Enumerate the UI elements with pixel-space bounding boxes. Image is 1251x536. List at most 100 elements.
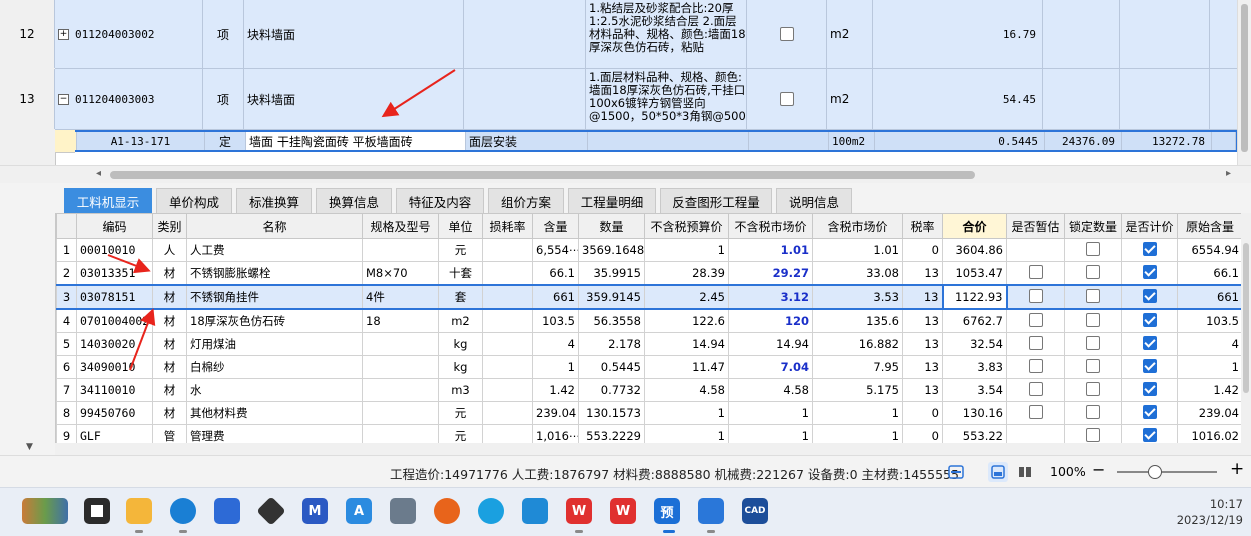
quantity-cell[interactable]: 553.2229 xyxy=(578,424,645,443)
tax-market-price-cell[interactable]: 7.95 xyxy=(812,355,903,379)
checkbox[interactable] xyxy=(1142,264,1157,279)
original-content-cell[interactable]: 1.42 xyxy=(1177,378,1242,402)
layout-icon[interactable] xyxy=(946,462,966,482)
zoom-slider-handle[interactable] xyxy=(1148,465,1162,479)
checkbox[interactable] xyxy=(1142,381,1157,396)
loss-rate-cell[interactable] xyxy=(482,355,533,379)
category-cell[interactable]: 材 xyxy=(152,378,187,402)
market-price-cell[interactable]: 29.27 xyxy=(728,261,813,286)
column-header[interactable]: 规格及型号 xyxy=(362,213,439,239)
category-cell[interactable]: 材 xyxy=(152,355,187,379)
content-cell[interactable]: 1.42 xyxy=(532,378,579,402)
table-row[interactable]: 2 03013351 材不锈钢膨胀螺栓 M8×70 十套 66.1 35.9915 28.39… xyxy=(56,261,1242,286)
horizontal-scrollbar[interactable]: ◂ ▸ xyxy=(0,165,1251,184)
quantity-cell[interactable]: 54.45 xyxy=(873,69,1043,129)
original-content-cell[interactable]: 103.5 xyxy=(1177,308,1242,333)
tax-market-price-cell[interactable]: 16.882 xyxy=(812,332,903,356)
quantity-cell[interactable]: 3569.1648 xyxy=(578,238,645,262)
quantity-cell[interactable]: 35.9915 xyxy=(578,261,645,286)
content-cell[interactable]: 66.1 xyxy=(532,261,579,286)
table-row[interactable]: 9 GLF 管管理费元 1,016⋯ 553.2229 1 1 1 0 553.22 1016.02 xyxy=(56,424,1242,443)
firefox-icon[interactable] xyxy=(434,498,460,524)
checkbox[interactable] xyxy=(1142,335,1157,350)
checkbox[interactable] xyxy=(1028,312,1043,327)
market-price-cell[interactable]: 1.01 xyxy=(728,238,813,262)
total-cell[interactable]: 130.16 xyxy=(942,401,1007,425)
spec-cell[interactable] xyxy=(362,378,439,402)
market-price-cell[interactable]: 7.04 xyxy=(728,355,813,379)
code-cell[interactable]: 14030020 xyxy=(76,332,153,356)
budget-price-cell[interactable]: 11.47 xyxy=(644,355,729,379)
column-header[interactable]: 锁定数量 xyxy=(1064,213,1122,239)
total-cell[interactable]: 6762.7 xyxy=(942,308,1007,333)
widgets-icon[interactable] xyxy=(22,498,68,524)
chat-icon[interactable] xyxy=(478,498,504,524)
cad-icon[interactable]: CAD xyxy=(742,498,768,524)
category-cell[interactable]: 材 xyxy=(152,401,187,425)
budget-price-cell[interactable]: 122.6 xyxy=(644,308,729,333)
table-row[interactable]: 6 34090010 材白棉纱 kg 1 0.5445 11.47 7.04 7.95 13 3.8… xyxy=(56,355,1242,379)
original-content-cell[interactable]: 1 xyxy=(1177,355,1242,379)
checkbox[interactable] xyxy=(1086,312,1100,327)
spec-cell[interactable]: 4件 xyxy=(362,284,439,310)
quota-code[interactable]: A1-13-171 xyxy=(77,132,205,150)
mail-icon[interactable]: M xyxy=(302,498,328,524)
table-row[interactable]: 4 0701004002 材 18厚深灰色仿石砖 18 m2 103.5 56.3558 122… xyxy=(56,308,1242,333)
checkbox[interactable] xyxy=(1028,335,1043,350)
wps-office-icon[interactable]: W xyxy=(610,498,636,524)
quantity-cell[interactable]: 359.9145 xyxy=(578,284,645,310)
unit-cell[interactable]: kg xyxy=(438,355,483,379)
original-content-cell[interactable]: 66.1 xyxy=(1177,261,1242,286)
checkbox[interactable] xyxy=(1142,427,1157,442)
column-header[interactable]: 含税市场价 xyxy=(812,213,903,239)
app-icon[interactable] xyxy=(256,496,286,526)
tax-market-price-cell[interactable]: 1.01 xyxy=(812,238,903,262)
quantity-cell[interactable]: 0.7732 xyxy=(578,378,645,402)
code-cell[interactable]: 0701004002 xyxy=(76,308,153,333)
budget-price-cell[interactable]: 1 xyxy=(644,424,729,443)
checkbox[interactable] xyxy=(1086,381,1100,396)
content-cell[interactable]: 1 xyxy=(532,355,579,379)
code-cell[interactable]: 34110010 xyxy=(76,378,153,402)
name-cell[interactable]: 18厚深灰色仿石砖 xyxy=(186,308,363,333)
total-cell[interactable]: 3.83 xyxy=(942,355,1007,379)
code-cell[interactable]: GLF xyxy=(76,424,153,443)
loss-rate-cell[interactable] xyxy=(482,308,533,333)
checkbox[interactable] xyxy=(1142,358,1157,373)
horizontal-scrollbar[interactable] xyxy=(55,443,1251,455)
unit-cell[interactable]: 套 xyxy=(438,284,483,310)
checkbox[interactable] xyxy=(1028,264,1043,279)
content-cell[interactable]: 239.04 xyxy=(532,401,579,425)
notes-icon[interactable] xyxy=(522,498,548,524)
unit-cell[interactable]: kg xyxy=(438,332,483,356)
column-header[interactable]: 税率 xyxy=(902,213,943,239)
total-cell[interactable]: 32.54 xyxy=(942,332,1007,356)
file-explorer-icon[interactable] xyxy=(126,498,152,524)
quantity-cell[interactable]: 2.178 xyxy=(578,332,645,356)
column-header[interactable]: 损耗率 xyxy=(482,213,533,239)
budget-price-cell[interactable]: 1 xyxy=(644,238,729,262)
table-row[interactable]: 8 99450760 材其他材料费元 239.04 130.1573 1 1 1 0 130.16… xyxy=(56,401,1242,425)
scroll-down-icon[interactable]: ▼ xyxy=(26,442,33,452)
yu-icon[interactable]: 预 xyxy=(654,498,680,524)
tax-rate-cell[interactable]: 13 xyxy=(902,355,943,379)
tab-features[interactable]: 特征及内容 xyxy=(396,188,484,213)
tax-market-price-cell[interactable]: 1 xyxy=(812,424,903,443)
table-row[interactable]: 12 + 011204003002 项 块料墙面 1.粘结层及砂浆配合比:20厚… xyxy=(0,0,1238,69)
spec-cell[interactable] xyxy=(362,238,439,262)
tab-labor-material-machine[interactable]: 工料机显示 xyxy=(64,188,152,213)
loss-rate-cell[interactable] xyxy=(482,401,533,425)
original-content-cell[interactable]: 661 xyxy=(1177,284,1242,310)
scroll-left-icon[interactable]: ◂ xyxy=(96,168,101,179)
tab-quantity-detail[interactable]: 工程量明细 xyxy=(568,188,656,213)
spec-cell[interactable]: 18 xyxy=(362,308,439,333)
checkbox[interactable] xyxy=(1028,404,1043,419)
column-header[interactable]: 数量 xyxy=(578,213,645,239)
vertical-scrollbar[interactable] xyxy=(1237,0,1251,165)
market-price-cell[interactable]: 120 xyxy=(728,308,813,333)
checkbox[interactable] xyxy=(1142,312,1157,327)
scroll-thumb[interactable] xyxy=(110,171,975,179)
column-header[interactable]: 不含税市场价 xyxy=(728,213,813,239)
vertical-scrollbar[interactable] xyxy=(1241,213,1251,443)
content-cell[interactable]: 6,554⋯ xyxy=(532,238,579,262)
